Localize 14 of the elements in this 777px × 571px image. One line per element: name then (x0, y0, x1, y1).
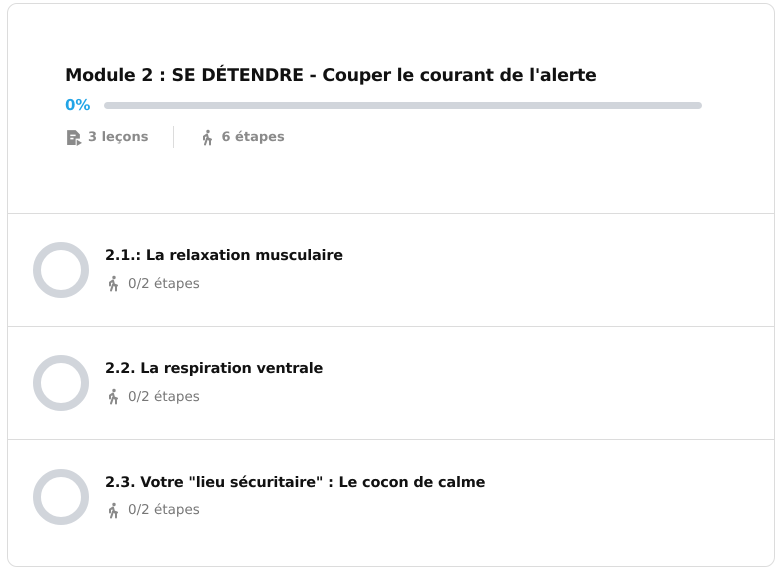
lesson-item[interactable]: 2.3. Votre "lieu sécuritaire" : Le cocon de calme 0/2 étapes (8, 440, 774, 553)
lesson-steps: 0/2 étapes (128, 276, 200, 292)
lesson-item[interactable]: 2.1.: La relaxation musculaire 0/2 étapes (8, 214, 774, 327)
lesson-item[interactable]: 2.2. La respiration ventrale 0/2 étapes (8, 327, 774, 440)
lesson-title: 2.1.: La relaxation musculaire (105, 248, 343, 264)
lesson-steps: 0/2 étapes (128, 388, 200, 404)
module-title: Module 2 : SE DÉTENDRE - Couper le courant de l'alerte (65, 66, 598, 86)
document-play-icon (65, 128, 82, 146)
progress-percent: 0% (65, 96, 90, 114)
lesson-title: 2.3. Votre "lieu sécuritaire" : Le cocon de calme (105, 474, 486, 490)
lesson-title: 2.2. La respiration ventrale (105, 361, 324, 377)
lesson-steps: 0/2 étapes (128, 502, 200, 518)
lessons-count: 3 leçons (88, 130, 148, 144)
steps-count: 6 étapes (221, 130, 285, 144)
